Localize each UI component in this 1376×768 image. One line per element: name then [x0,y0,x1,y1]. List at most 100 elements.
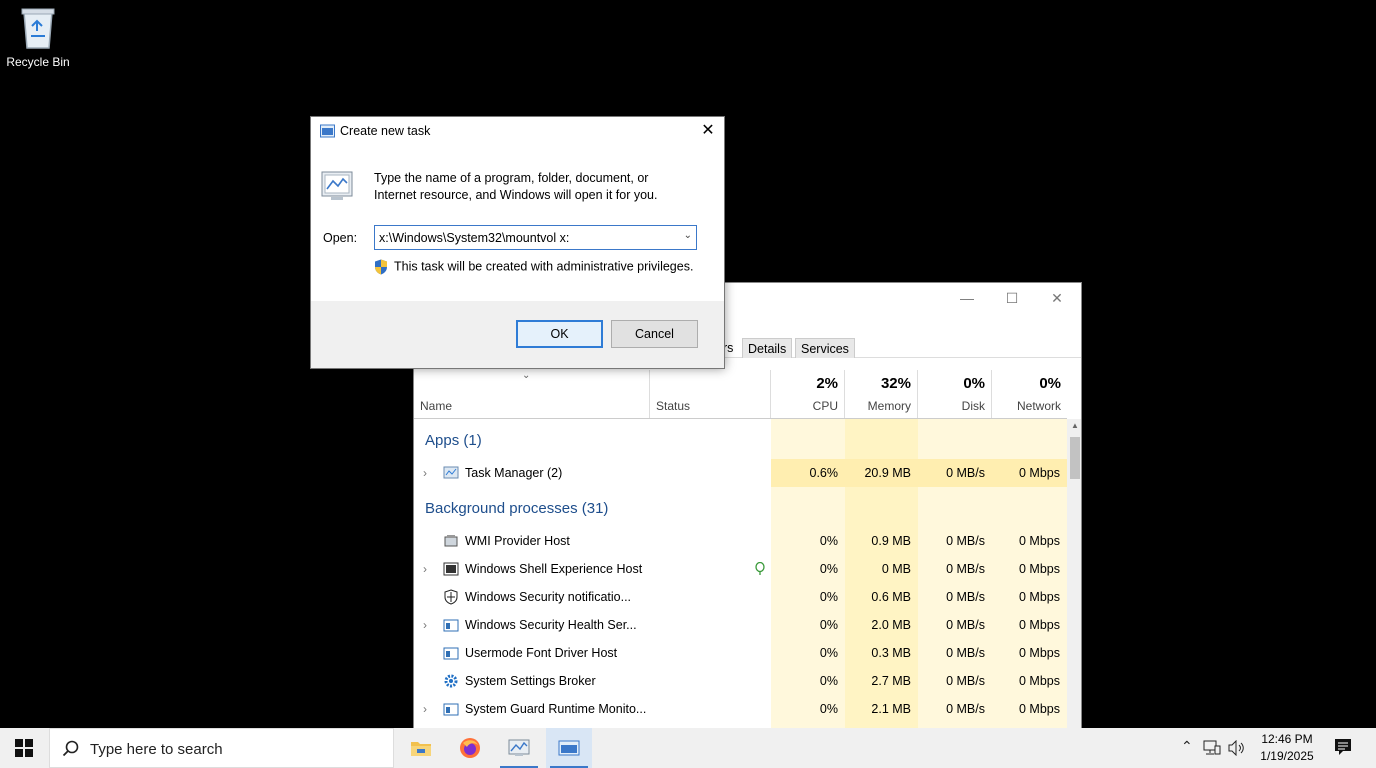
taskbar-run-dialog[interactable] [546,728,592,768]
sort-caret-icon: ⌄ [522,370,531,381]
volume-icon[interactable] [1228,740,1246,756]
table-row[interactable]: › Task Manager (2) 0.6% 20.9 MB 0 MB/s 0… [414,459,1067,487]
expand-chevron-icon[interactable]: › [423,555,427,583]
memory-total: 32% [880,375,911,392]
column-memory-label: Memory [867,399,911,413]
table-row[interactable]: WMI Provider Host 0% 0.9 MB 0 MB/s 0 Mbp… [414,527,1067,555]
security-shield-icon [444,589,458,605]
process-memory: 0.3 MB [871,646,911,660]
dialog-description-line2: Internet resource, and Windows will open… [374,188,658,202]
group-background[interactable]: Background processes (31) [414,495,1067,523]
firefox-icon [460,738,480,758]
table-row[interactable]: Windows Security notificatio... 0% 0.6 M… [414,583,1067,611]
disk-total: 0% [963,375,985,392]
expand-chevron-icon[interactable]: › [423,459,427,487]
chevron-down-icon[interactable]: ⌄ [684,230,692,241]
process-disk: 0 MB/s [946,618,985,632]
dialog-titlebar[interactable]: Create new task ✕ [311,117,724,146]
process-table-header: ⌄ Name Status 2% CPU 32% Memory 0% Disk … [414,370,1067,419]
process-memory: 0.6 MB [871,590,911,604]
process-name: Task Manager (2) [465,466,563,480]
column-cpu[interactable]: 2% CPU [771,370,845,418]
close-icon: ✕ [1051,289,1063,306]
column-status-label: Status [656,399,691,413]
expand-chevron-icon[interactable]: › [423,695,427,723]
group-apps[interactable]: Apps (1) [414,427,1067,455]
shell-host-icon [443,562,459,576]
cancel-button[interactable]: Cancel [611,320,698,348]
recycle-bin[interactable]: Recycle Bin [4,6,72,69]
expand-chevron-icon[interactable]: › [423,611,427,639]
taskbar-clock[interactable]: 12:46 PM 1/19/2025 [1254,731,1320,765]
recycle-bin-icon [21,8,55,49]
open-input[interactable] [375,226,665,249]
taskbar-firefox[interactable] [447,728,493,768]
task-manager-icon [508,739,530,756]
clock-time: 12:46 PM [1261,732,1313,746]
task-manager-icon [443,466,459,479]
admin-note-text: This task will be created with administr… [394,259,694,274]
process-disk: 0 MB/s [946,590,985,604]
taskbar-search[interactable]: Type here to search [49,728,394,768]
close-button[interactable]: ✕ [1035,287,1079,309]
folder-icon [411,742,431,756]
maximize-button[interactable]: ☐ [990,287,1034,309]
column-disk-label: Disk [961,399,985,413]
process-name: WMI Provider Host [465,534,570,548]
start-button[interactable] [0,728,48,768]
process-memory: 0 MB [881,562,911,576]
process-disk: 0 MB/s [946,702,985,716]
process-memory: 0.9 MB [871,534,911,548]
tab-services[interactable]: Services [795,338,855,358]
column-memory[interactable]: 32% Memory [845,370,918,418]
process-network: 0 Mbps [1019,590,1060,604]
dialog-footer: OK Cancel [311,301,724,368]
run-dialog-icon [558,740,580,756]
process-disk: 0 MB/s [946,674,985,688]
show-hidden-icons-chevron-icon[interactable]: ⌃ [1181,738,1193,755]
action-center-icon[interactable] [1333,737,1353,757]
process-network: 0 Mbps [1019,562,1060,576]
minimize-button[interactable]: — [945,287,989,309]
network-icon[interactable] [1203,740,1221,756]
service-window-icon [443,703,459,716]
process-memory: 20.9 MB [864,466,911,480]
process-list-scrollbar[interactable]: ▲ [1067,419,1081,728]
process-cpu: 0% [819,702,838,716]
open-combobox[interactable]: ⌄ [374,225,697,250]
scroll-thumb[interactable] [1070,437,1080,479]
column-status[interactable]: Status [650,370,771,418]
process-name: System Settings Broker [465,674,596,688]
process-cpu: 0% [819,590,838,604]
table-row[interactable]: › Windows Shell Experience Host 0% 0 MB … [414,555,1067,583]
dialog-close-button[interactable]: ✕ [698,121,718,141]
maximize-icon: ☐ [1005,289,1019,306]
process-cpu: 0% [819,618,838,632]
tab-details[interactable]: Details [742,338,793,358]
close-icon: ✕ [701,122,715,139]
group-apps-label: Apps (1) [425,432,482,449]
ok-button[interactable]: OK [516,320,603,348]
column-name[interactable]: ⌄ Name [414,370,650,418]
search-placeholder: Type here to search [90,741,223,758]
column-network-label: Network [1016,399,1061,413]
process-cpu: 0% [819,562,838,576]
admin-privileges-note: This task will be created with administr… [374,259,693,275]
table-row[interactable]: › Windows Security Health Ser... 0% 2.0 … [414,611,1067,639]
process-memory: 2.1 MB [871,702,911,716]
taskbar-file-explorer[interactable] [398,728,444,768]
table-row[interactable]: System Settings Broker 0% 2.7 MB 0 MB/s … [414,667,1067,695]
create-task-dialog: Create new task ✕ Type the name of a pro… [310,116,725,369]
column-network[interactable]: 0% Network [992,370,1067,418]
suspended-leaf-icon [755,562,765,575]
table-row[interactable]: Usermode Font Driver Host 0% 0.3 MB 0 MB… [414,639,1067,667]
network-total: 0% [1039,375,1061,392]
table-row[interactable]: › System Guard Runtime Monito... 0% 2.1 … [414,695,1067,723]
dialog-description-line1: Type the name of a program, folder, docu… [374,171,649,185]
taskbar-task-manager[interactable] [496,728,542,768]
process-network: 0 Mbps [1019,702,1060,716]
scroll-up-icon[interactable]: ▲ [1067,421,1081,430]
process-name: System Guard Runtime Monito... [465,702,647,716]
service-window-icon [443,619,459,632]
column-disk[interactable]: 0% Disk [918,370,992,418]
